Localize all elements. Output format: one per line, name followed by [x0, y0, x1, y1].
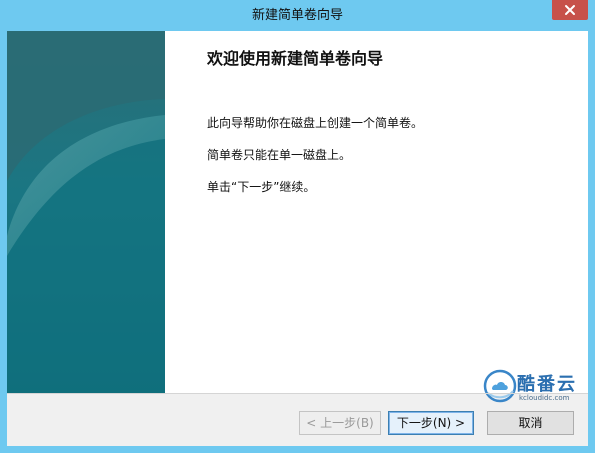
close-button[interactable] — [552, 0, 588, 20]
wizard-heading: 欢迎使用新建简单卷向导 — [207, 49, 384, 68]
banner-graphic — [7, 31, 165, 393]
wizard-side-banner — [7, 31, 165, 393]
watermark-domain: kcloudidc.com — [519, 394, 570, 402]
watermark-logo: 酷番云 kcloudidc.com — [483, 369, 587, 405]
next-button[interactable]: 下一步(N) > — [388, 411, 474, 435]
wizard-description-2: 简单卷只能在单一磁盘上。 — [207, 148, 352, 162]
cloud-logo-icon — [483, 369, 517, 403]
wizard-content-panel: 欢迎使用新建简单卷向导 此向导帮助你在磁盘上创建一个简单卷。 简单卷只能在单一磁… — [165, 31, 588, 403]
wizard-description-1: 此向导帮助你在磁盘上创建一个简单卷。 — [207, 116, 424, 130]
window-title: 新建简单卷向导 — [251, 8, 343, 23]
title-bar[interactable]: 新建简单卷向导 — [0, 0, 595, 31]
footer-divider — [7, 393, 588, 394]
wizard-description-3: 单击“下一步”继续。 — [207, 180, 316, 194]
back-button[interactable]: < 上一步(B) — [299, 411, 381, 435]
cancel-button[interactable]: 取消 — [487, 411, 574, 435]
close-icon — [565, 5, 575, 15]
wizard-client-area: 欢迎使用新建简单卷向导 此向导帮助你在磁盘上创建一个简单卷。 简单卷只能在单一磁… — [7, 31, 588, 446]
wizard-window: 新建简单卷向导 欢迎使用新建简单卷向导 此向导帮助你在磁盘上创建一个简单卷。 简… — [0, 0, 595, 453]
